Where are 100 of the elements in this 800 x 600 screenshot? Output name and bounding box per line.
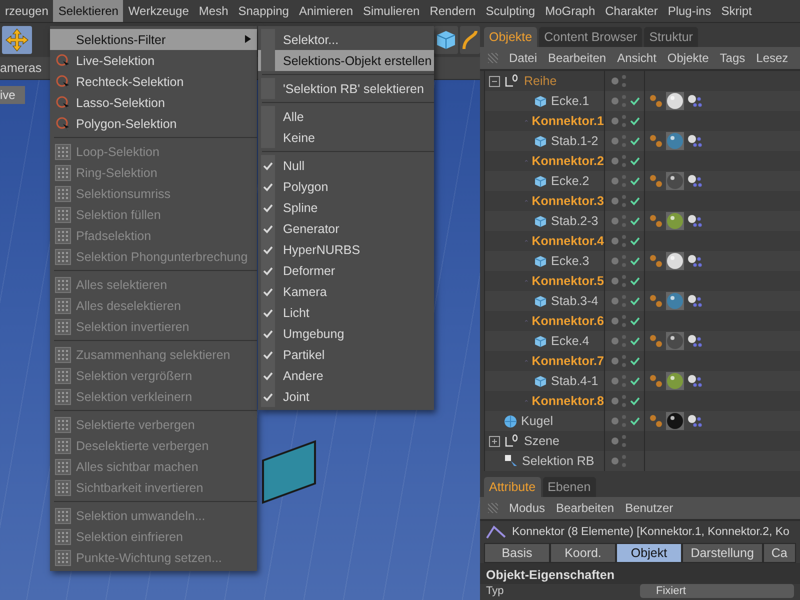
visibility-dots-icon[interactable]: [611, 433, 627, 449]
material-tag-icon[interactable]: [666, 212, 684, 230]
menu-item[interactable]: Deformer: [258, 260, 434, 281]
texture-tag-icon[interactable]: [649, 294, 663, 308]
attribute-page-tab[interactable]: Basis: [484, 543, 550, 563]
object-name[interactable]: Reihe: [524, 74, 557, 88]
object-name[interactable]: Konnektor.6: [532, 314, 604, 328]
visibility-dots-icon[interactable]: [611, 73, 627, 89]
menu-bar-item[interactable]: Mesh: [194, 0, 234, 22]
visibility-dots-icon[interactable]: [611, 373, 627, 389]
menu-item[interactable]: Selektions-Objekt erstellen: [258, 50, 434, 71]
object-name[interactable]: Stab.3-4: [551, 294, 598, 308]
visibility-dots-icon[interactable]: [611, 293, 627, 309]
menu-item[interactable]: 'Selektion RB' selektieren: [258, 78, 434, 99]
visibility-dots-icon[interactable]: [611, 193, 627, 209]
object-name[interactable]: Konnektor.2: [532, 154, 604, 168]
visibility-dots-icon[interactable]: [611, 393, 627, 409]
object-name[interactable]: Stab.4-1: [551, 374, 598, 388]
menu-item[interactable]: Live-Selektion: [50, 50, 257, 71]
visibility-dots-icon[interactable]: [611, 213, 627, 229]
menu-item[interactable]: Null: [258, 155, 434, 176]
menu-item[interactable]: Selektor...: [258, 29, 434, 50]
expand-toggle[interactable]: [489, 436, 500, 446]
panel-menu-item[interactable]: Lesez: [756, 51, 788, 65]
texture-tag-icon[interactable]: [649, 374, 663, 388]
material-tag-icon[interactable]: [666, 92, 684, 110]
menu-item[interactable]: Partikel: [258, 344, 434, 365]
menu-bar-item[interactable]: MoGraph: [540, 0, 600, 22]
phong-tag-icon[interactable]: [687, 174, 703, 188]
panel-tab[interactable]: Content Browser: [539, 27, 642, 47]
panel-menu-item[interactable]: Bearbeiten: [556, 501, 614, 515]
attribute-page-tab[interactable]: Darstellung: [682, 543, 763, 563]
panel-menu-item[interactable]: Benutzer: [625, 501, 674, 515]
grip-icon[interactable]: [488, 53, 498, 63]
menu-item[interactable]: Lasso-Selektion: [50, 92, 257, 113]
phong-tag-icon[interactable]: [687, 94, 703, 108]
texture-tag-icon[interactable]: [649, 174, 663, 188]
texture-tag-icon[interactable]: [649, 134, 663, 148]
object-name[interactable]: Ecke.1: [551, 94, 590, 108]
visibility-dots-icon[interactable]: [611, 333, 627, 349]
phong-tag-icon[interactable]: [687, 414, 703, 428]
visibility-dots-icon[interactable]: [611, 173, 627, 189]
phong-tag-icon[interactable]: [687, 334, 703, 348]
menu-item[interactable]: Spline: [258, 197, 434, 218]
object-name[interactable]: Konnektor.7: [532, 354, 604, 368]
menu-item[interactable]: Umgebung: [258, 323, 434, 344]
attribute-page-tab[interactable]: Objekt: [616, 543, 682, 563]
viewport-mode-label[interactable]: ive: [0, 86, 26, 104]
material-tag-icon[interactable]: [666, 372, 684, 390]
viewport-menu-label[interactable]: ameras: [0, 61, 42, 75]
menu-item[interactable]: Joint: [258, 386, 434, 407]
panel-tab[interactable]: Objekte: [484, 27, 538, 47]
panel-menu-item[interactable]: Ansicht: [617, 51, 656, 65]
object-name[interactable]: Konnektor.4: [532, 234, 604, 248]
visibility-dots-icon[interactable]: [611, 93, 627, 109]
visibility-dots-icon[interactable]: [611, 313, 627, 329]
menu-item[interactable]: Kamera: [258, 281, 434, 302]
type-dropdown[interactable]: Fixiert: [640, 584, 794, 598]
object-name[interactable]: Stab.2-3: [551, 214, 598, 228]
material-tag-icon[interactable]: [666, 252, 684, 270]
phong-tag-icon[interactable]: [687, 134, 703, 148]
menu-bar-item[interactable]: Simulieren: [358, 0, 425, 22]
menu-item[interactable]: Polygon: [258, 176, 434, 197]
menu-bar-item[interactable]: rzeugen: [0, 0, 54, 22]
object-name[interactable]: Szene: [524, 434, 560, 448]
menu-item[interactable]: HyperNURBS: [258, 239, 434, 260]
object-name[interactable]: Konnektor.5: [532, 274, 604, 288]
texture-tag-icon[interactable]: [649, 214, 663, 228]
menu-bar-item[interactable]: Skript: [716, 0, 757, 22]
object-name[interactable]: Konnektor.1: [532, 114, 604, 128]
expand-toggle[interactable]: [489, 76, 500, 86]
texture-tag-icon[interactable]: [649, 94, 663, 108]
attribute-page-tab[interactable]: Ca: [762, 543, 796, 563]
menu-bar-item[interactable]: Animieren: [294, 0, 358, 22]
panel-menu-item[interactable]: Bearbeiten: [548, 51, 606, 65]
phong-tag-icon[interactable]: [687, 294, 703, 308]
texture-tag-icon[interactable]: [649, 254, 663, 268]
visibility-dots-icon[interactable]: [611, 153, 627, 169]
menu-bar-item[interactable]: Charakter: [600, 0, 663, 22]
object-name[interactable]: Konnektor.3: [532, 194, 604, 208]
visibility-dots-icon[interactable]: [611, 113, 627, 129]
material-tag-icon[interactable]: [666, 332, 684, 350]
phong-tag-icon[interactable]: [687, 374, 703, 388]
object-name[interactable]: Kugel: [521, 414, 553, 428]
menu-item[interactable]: Polygon-Selektion: [50, 113, 257, 134]
visibility-dots-icon[interactable]: [611, 453, 627, 469]
move-tool-button[interactable]: [2, 26, 32, 54]
panel-tab[interactable]: Struktur: [644, 27, 698, 47]
material-tag-icon[interactable]: [666, 172, 684, 190]
menu-bar-item[interactable]: Sculpting: [480, 0, 540, 22]
panel-menu-item[interactable]: Datei: [509, 51, 538, 65]
phong-tag-icon[interactable]: [687, 214, 703, 228]
panel-menu-item[interactable]: Modus: [509, 501, 546, 515]
menu-item[interactable]: Keine: [258, 127, 434, 148]
panel-menu-item[interactable]: Objekte: [667, 51, 709, 65]
menu-item[interactable]: Generator: [258, 218, 434, 239]
menu-bar-item[interactable]: Werkzeuge: [123, 0, 194, 22]
panel-tab[interactable]: Attribute: [484, 477, 541, 497]
visibility-dots-icon[interactable]: [611, 413, 627, 429]
menu-item[interactable]: Selektions-Filter: [50, 29, 257, 50]
